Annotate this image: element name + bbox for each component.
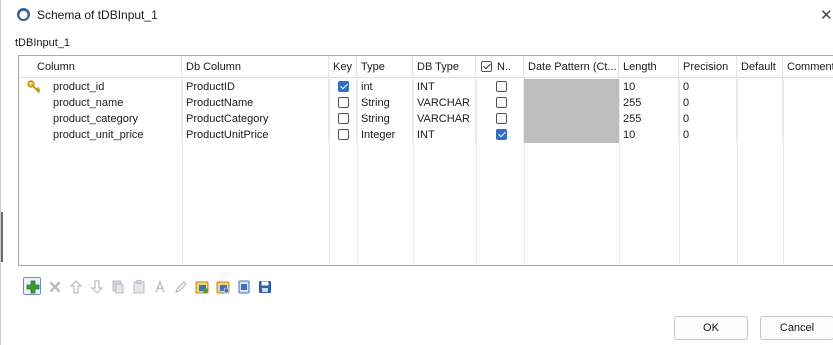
table-row[interactable]: product_name ProductName String VARCHAR … bbox=[19, 95, 833, 111]
cell-column[interactable]: product_unit_price bbox=[19, 127, 182, 143]
nullable-checkbox[interactable] bbox=[496, 81, 507, 92]
header-date-pattern[interactable]: Date Pattern (Ct... bbox=[524, 56, 619, 78]
nullable-checkbox[interactable] bbox=[496, 129, 507, 140]
header-default[interactable]: Default bbox=[737, 56, 783, 78]
cell-db-type[interactable]: VARCHAR bbox=[413, 95, 476, 111]
move-up-icon[interactable] bbox=[66, 277, 84, 295]
cell-db-column[interactable]: ProductID bbox=[182, 79, 329, 95]
cell-column[interactable]: product_id bbox=[19, 79, 182, 95]
cell-column[interactable]: product_name bbox=[19, 95, 182, 111]
window-title: Schema of tDBInput_1 bbox=[37, 8, 158, 22]
header-key[interactable]: Key bbox=[329, 56, 357, 78]
title-bar: ⬤ Schema of tDBInput_1 ✕ bbox=[1, 0, 833, 30]
cell-date-pattern bbox=[524, 95, 619, 111]
paste-icon[interactable] bbox=[129, 277, 147, 295]
cell-db-type[interactable]: INT bbox=[413, 127, 476, 143]
cell-comment[interactable] bbox=[783, 95, 833, 111]
cell-length[interactable]: 255 bbox=[619, 111, 679, 127]
header-comment[interactable]: Comment bbox=[783, 56, 833, 78]
guess-schema-icon[interactable] bbox=[234, 277, 252, 295]
copy-icon[interactable] bbox=[108, 277, 126, 295]
cell-key[interactable] bbox=[329, 127, 357, 143]
cell-db-type[interactable]: VARCHAR bbox=[413, 111, 476, 127]
cell-comment[interactable] bbox=[783, 111, 833, 127]
edit-icon[interactable] bbox=[171, 277, 189, 295]
nullable-checkbox[interactable] bbox=[496, 97, 507, 108]
nullable-select-all-checkbox[interactable] bbox=[481, 61, 492, 72]
cell-precision[interactable]: 0 bbox=[679, 127, 737, 143]
table-row[interactable]: product_unit_price ProductUnitPrice Inte… bbox=[19, 127, 833, 143]
save-icon[interactable] bbox=[255, 277, 273, 295]
schema-dialog: ⬤ Schema of tDBInput_1 ✕ tDBInput_1 Colu… bbox=[0, 0, 833, 345]
window-edge-divider bbox=[1, 212, 4, 262]
cell-default[interactable] bbox=[737, 95, 783, 111]
table-row[interactable]: product_id ProductID int INT 10 0 bbox=[19, 79, 833, 95]
cell-type[interactable]: Integer bbox=[357, 127, 413, 143]
cell-db-column[interactable]: ProductName bbox=[182, 95, 329, 111]
talend-app-icon: ⬤ bbox=[17, 8, 30, 21]
cell-type[interactable]: String bbox=[357, 111, 413, 127]
cell-key[interactable] bbox=[329, 79, 357, 95]
cell-comment[interactable] bbox=[783, 127, 833, 143]
close-icon[interactable]: ✕ bbox=[820, 6, 833, 24]
cell-date-pattern bbox=[524, 111, 619, 127]
key-checkbox[interactable] bbox=[338, 129, 349, 140]
cell-nullable[interactable] bbox=[476, 111, 524, 127]
move-down-icon[interactable] bbox=[87, 277, 105, 295]
import-schema-icon[interactable] bbox=[192, 277, 210, 295]
cell-default[interactable] bbox=[737, 127, 783, 143]
cell-db-column[interactable]: ProductCategory bbox=[182, 111, 329, 127]
export-schema-icon[interactable] bbox=[213, 277, 231, 295]
cell-date-pattern bbox=[524, 79, 619, 95]
key-checkbox[interactable] bbox=[338, 113, 349, 124]
add-icon[interactable] bbox=[23, 277, 41, 295]
cell-length[interactable]: 255 bbox=[619, 95, 679, 111]
cell-db-column[interactable]: ProductUnitPrice bbox=[182, 127, 329, 143]
table-row[interactable]: product_category ProductCategory String … bbox=[19, 111, 833, 127]
header-column[interactable]: Column bbox=[19, 56, 182, 78]
schema-table: Column Db Column Key Type DB Type N.. Da… bbox=[18, 55, 833, 266]
cell-column[interactable]: product_category bbox=[19, 111, 182, 127]
key-checkbox[interactable] bbox=[338, 97, 349, 108]
cell-db-type[interactable]: INT bbox=[413, 79, 476, 95]
cancel-button[interactable]: Cancel bbox=[760, 316, 833, 340]
cell-precision[interactable]: 0 bbox=[679, 95, 737, 111]
cell-nullable[interactable] bbox=[476, 79, 524, 95]
header-db-column[interactable]: Db Column bbox=[182, 56, 329, 78]
cell-default[interactable] bbox=[737, 111, 783, 127]
cell-length[interactable]: 10 bbox=[619, 127, 679, 143]
cell-type[interactable]: String bbox=[357, 95, 413, 111]
cell-key[interactable] bbox=[329, 111, 357, 127]
uppercase-icon[interactable] bbox=[150, 277, 168, 295]
cell-date-pattern bbox=[524, 127, 619, 143]
cell-key[interactable] bbox=[329, 95, 357, 111]
component-label: tDBInput_1 bbox=[15, 37, 71, 49]
header-db-type[interactable]: DB Type bbox=[413, 56, 476, 78]
cell-length[interactable]: 10 bbox=[619, 79, 679, 95]
cell-type[interactable]: int bbox=[357, 79, 413, 95]
cell-nullable[interactable] bbox=[476, 95, 524, 111]
header-length[interactable]: Length bbox=[619, 56, 679, 78]
key-checkbox[interactable] bbox=[338, 81, 349, 92]
ok-button[interactable]: OK bbox=[674, 316, 748, 340]
cell-precision[interactable]: 0 bbox=[679, 79, 737, 95]
cell-precision[interactable]: 0 bbox=[679, 111, 737, 127]
table-header: Column Db Column Key Type DB Type N.. Da… bbox=[19, 56, 833, 78]
cell-nullable[interactable] bbox=[476, 127, 524, 143]
nullable-checkbox[interactable] bbox=[496, 113, 507, 124]
header-precision[interactable]: Precision bbox=[679, 56, 737, 78]
header-type[interactable]: Type bbox=[357, 56, 413, 78]
cell-default[interactable] bbox=[737, 79, 783, 95]
cell-comment[interactable] bbox=[783, 79, 833, 95]
remove-icon[interactable] bbox=[45, 277, 63, 295]
